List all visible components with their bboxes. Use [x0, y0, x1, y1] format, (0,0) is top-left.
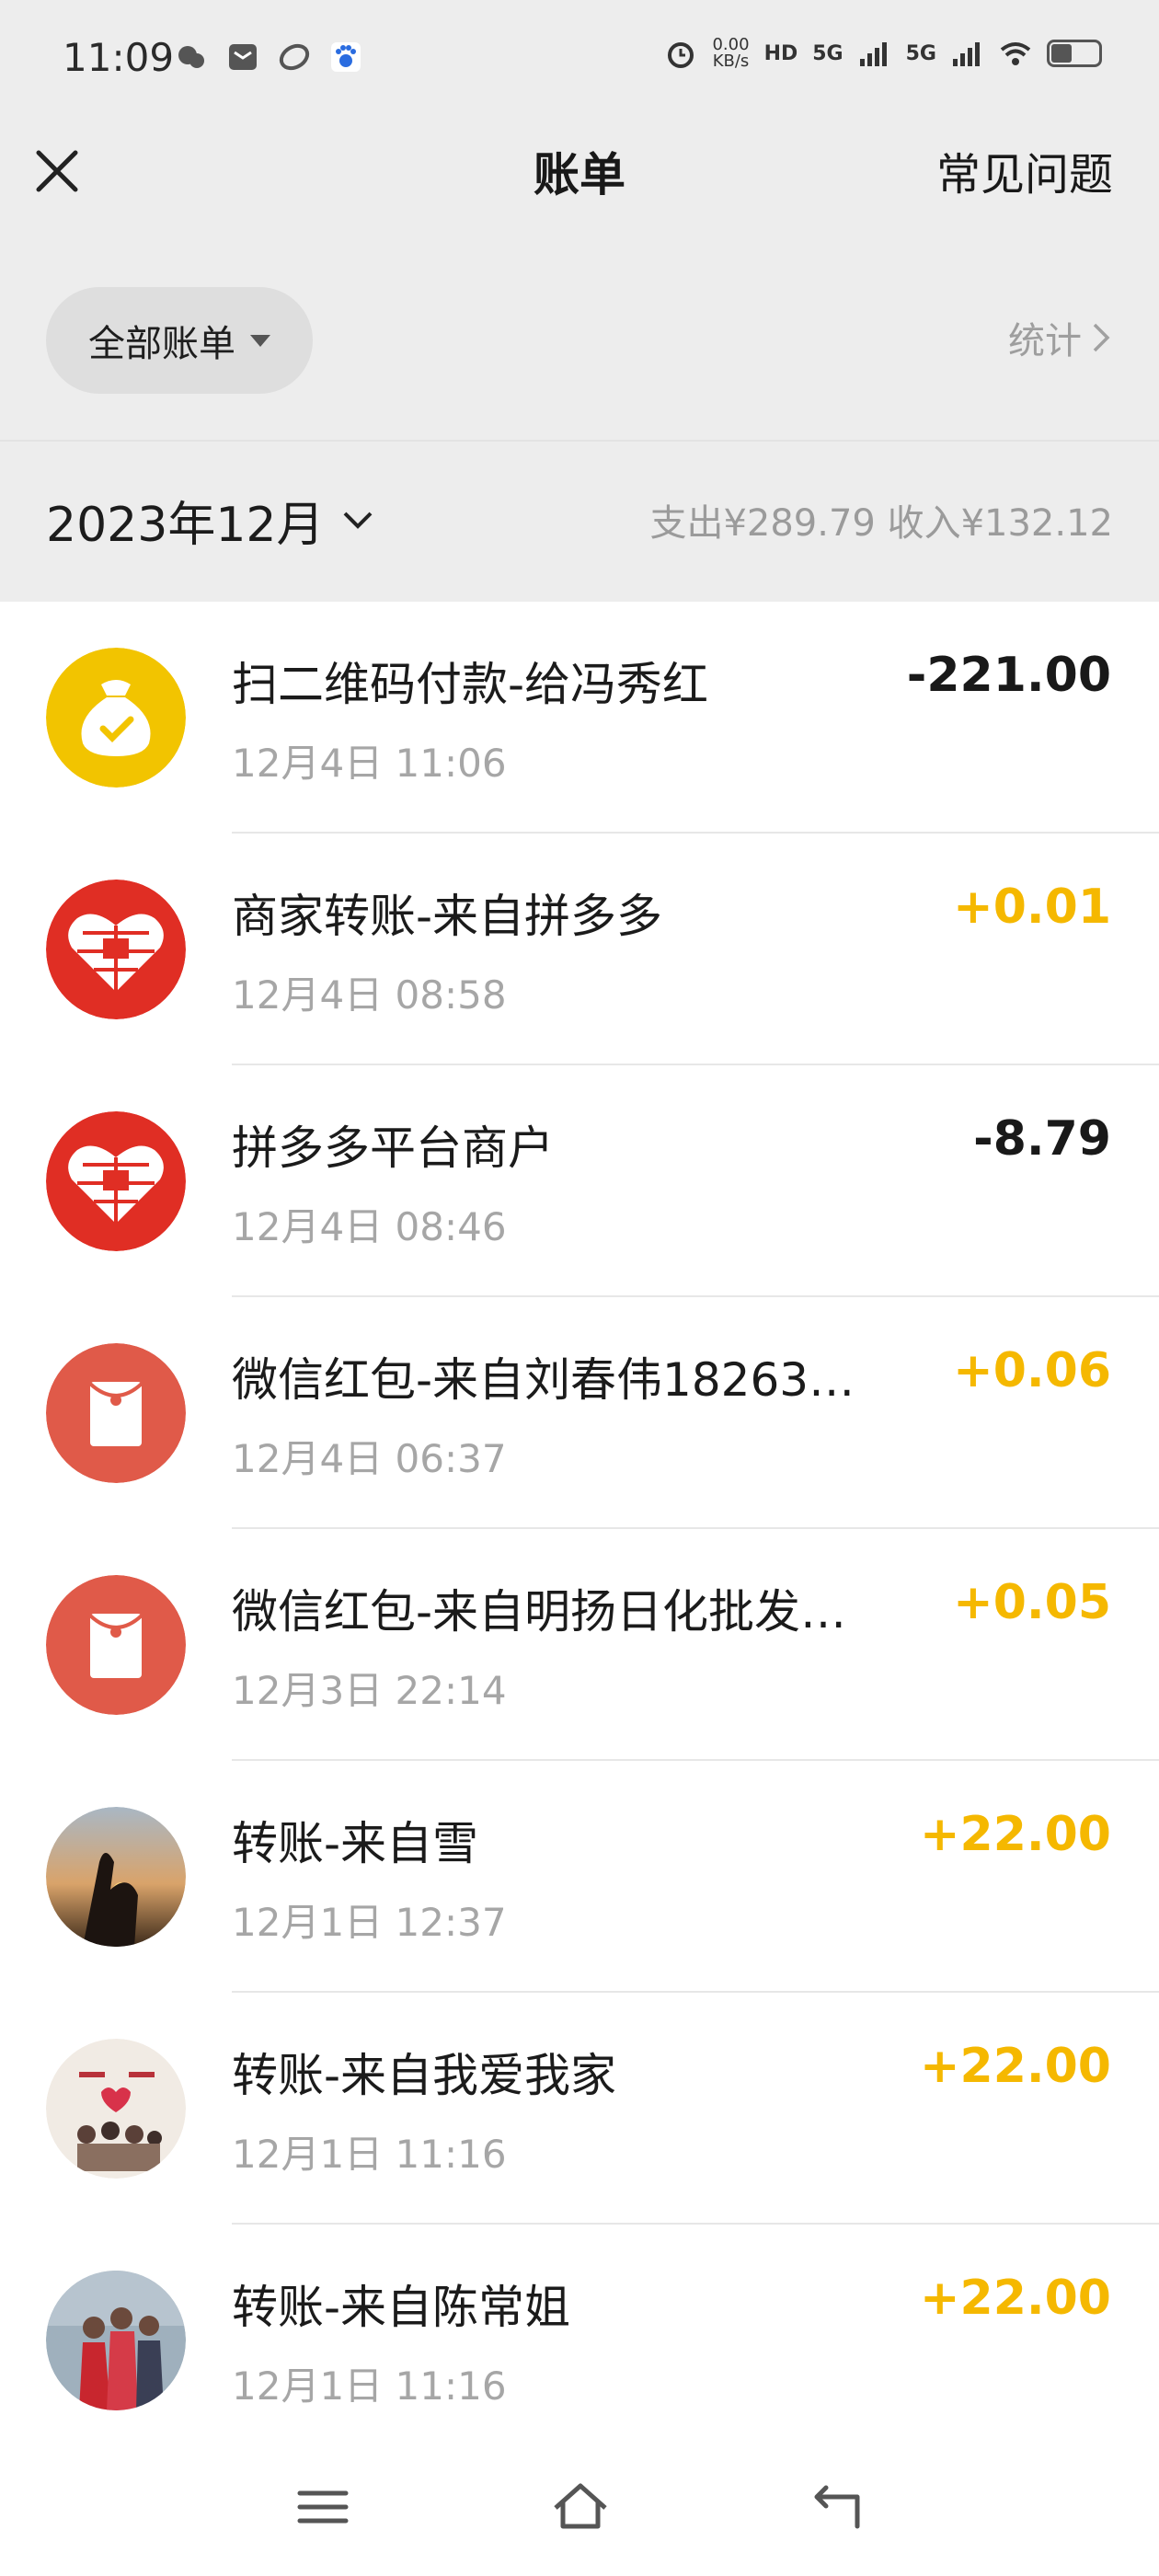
transaction-row[interactable]: 拼多多平台商户 12月4日 08:46 -8.79 [0, 1065, 1159, 1297]
transaction-amount: -8.79 [973, 1111, 1111, 1167]
transaction-title: 转账-来自雪 [232, 1817, 479, 1870]
signal-5g-1: 5G [812, 41, 843, 65]
caret-down-icon [250, 334, 270, 347]
transaction-list: 扫二维码付款-给冯秀红 12月4日 11:06 -221.00 商家转账-来自拼… [0, 602, 1159, 2456]
transaction-amount: +0.06 [953, 1343, 1111, 1398]
bill-filter-label: 全部账单 [88, 323, 235, 365]
signal-bars-icon [859, 42, 887, 66]
battery-icon [1047, 40, 1102, 67]
month-summary: 支出¥289.79 收入¥132.12 [649, 502, 1113, 545]
faq-link[interactable]: 常见问题 [936, 143, 1113, 207]
avatar-photo [46, 2039, 186, 2179]
transaction-amount: +0.05 [953, 1575, 1111, 1630]
transaction-time: 12月1日 11:16 [232, 2132, 507, 2177]
chevron-down-icon [343, 512, 372, 529]
transaction-row[interactable]: 扫二维码付款-给冯秀红 12月4日 11:06 -221.00 [0, 602, 1159, 834]
system-status: 0.00 KB/s HD 5G 5G [664, 37, 1102, 70]
pinduoduo-logo [46, 880, 186, 1019]
network-speed-unit: KB/s [712, 52, 750, 71]
transaction-title: 转账-来自陈常姐 [232, 2281, 571, 2334]
network-speed: 0.00 KB/s [712, 37, 749, 70]
status-time: 11:09 [63, 35, 175, 80]
transaction-row[interactable]: 转账-来自陈常姐 12月1日 11:16 +22.00 [0, 2225, 1159, 2456]
transaction-time: 12月4日 08:58 [232, 972, 507, 1018]
avatar-photo [46, 2271, 186, 2410]
baidu-icon [331, 42, 361, 72]
transaction-title: 商家转账-来自拼多多 [232, 890, 663, 943]
stats-label: 统计 [1008, 320, 1082, 362]
transaction-row[interactable]: 微信红包-来自明扬日化批发… 12月3日 22:14 +0.05 [0, 1529, 1159, 1761]
home-icon[interactable] [548, 2475, 613, 2539]
transaction-row[interactable]: 商家转账-来自拼多多 12月4日 08:58 +0.01 [0, 834, 1159, 1065]
transaction-title: 拼多多平台商户 [232, 1121, 554, 1175]
alarm-icon [668, 42, 694, 68]
menu-icon[interactable] [291, 2475, 355, 2539]
wifi-icon [1000, 42, 1031, 65]
transaction-title: 微信红包-来自刘春伟18263… [232, 1353, 855, 1407]
system-nav-bar [0, 2429, 1159, 2576]
status-bar: 11:09 0.00 KB/s HD 5G 5G [0, 0, 1159, 124]
hd-label: HD [763, 41, 798, 65]
transaction-title: 转账-来自我爱我家 [232, 2049, 617, 2102]
transaction-time: 12月3日 22:14 [232, 1668, 507, 1713]
signal-5g-2: 5G [905, 41, 936, 65]
wechat-icon [178, 46, 204, 68]
transaction-title: 微信红包-来自明扬日化批发… [232, 1585, 847, 1639]
transaction-time: 12月4日 06:37 [232, 1436, 507, 1481]
money-bag-icon [46, 648, 186, 788]
transaction-amount: -221.00 [906, 648, 1111, 703]
transaction-amount: +22.00 [919, 1807, 1111, 1862]
back-icon[interactable] [806, 2475, 870, 2539]
transaction-row[interactable]: 转账-来自我爱我家 12月1日 11:16 +22.00 [0, 1993, 1159, 2225]
transaction-amount: +22.00 [919, 2271, 1111, 2326]
transaction-title: 扫二维码付款-给冯秀红 [232, 658, 709, 711]
signal-bars-icon [953, 42, 980, 66]
bill-filter-dropdown[interactable]: 全部账单 [46, 287, 313, 394]
avatar-photo [46, 1807, 186, 1947]
mail-icon [229, 44, 257, 70]
red-envelope-icon [46, 1343, 186, 1483]
transaction-amount: +0.01 [953, 880, 1111, 935]
month-selector[interactable]: 2023年12月 [46, 486, 374, 555]
stats-link[interactable]: 统计 [1008, 311, 1111, 364]
month-label: 2023年12月 [46, 498, 325, 553]
transaction-time: 12月4日 08:46 [232, 1204, 507, 1249]
chevron-right-icon [1093, 323, 1110, 352]
red-envelope-icon [46, 1575, 186, 1715]
transaction-amount: +22.00 [919, 2039, 1111, 2094]
transaction-row[interactable]: 转账-来自雪 12月1日 12:37 +22.00 [0, 1761, 1159, 1993]
transaction-row[interactable]: 微信红包-来自刘春伟18263… 12月4日 06:37 +0.06 [0, 1297, 1159, 1529]
transaction-time: 12月4日 11:06 [232, 741, 507, 786]
notification-icons [175, 40, 362, 74]
transaction-time: 12月1日 12:37 [232, 1900, 507, 1945]
transaction-time: 12月1日 11:16 [232, 2363, 507, 2409]
pinduoduo-logo [46, 1111, 186, 1251]
app-icon [279, 43, 310, 71]
